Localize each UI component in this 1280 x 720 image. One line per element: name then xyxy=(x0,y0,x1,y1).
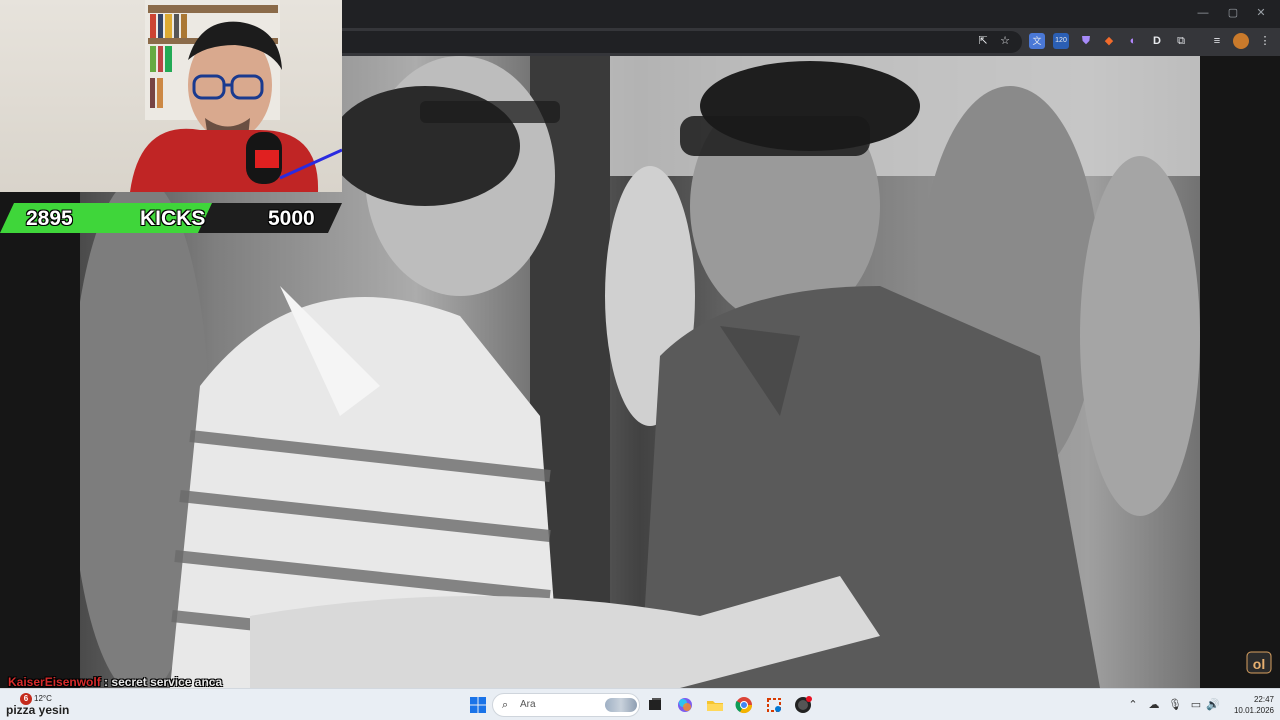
search-placeholder: Ara xyxy=(520,699,536,710)
menu-icon[interactable]: ⋮ xyxy=(1257,33,1273,49)
star-icon[interactable]: ☆ xyxy=(997,33,1013,49)
microphone-icon[interactable]: 🎙 xyxy=(1168,698,1182,712)
obs-icon[interactable] xyxy=(792,694,814,716)
weather-widget[interactable]: 6 12°C pizza yesin xyxy=(6,693,86,717)
file-explorer-icon[interactable] xyxy=(704,694,726,716)
webcam-overlay xyxy=(0,0,342,192)
address-bar[interactable] xyxy=(342,31,1022,53)
taskbar-search[interactable]: ⌕ Ara xyxy=(492,693,640,717)
minimize-icon[interactable]: — xyxy=(1192,4,1214,22)
kicks-label: KICKS xyxy=(140,207,206,230)
snipping-tool-icon[interactable] xyxy=(763,694,785,716)
copilot-icon[interactable] xyxy=(674,694,696,716)
shield-icon[interactable]: ⛊ xyxy=(1078,33,1094,49)
kicks-goal: 5000 xyxy=(268,207,315,230)
weather-description: pizza yesin xyxy=(6,703,70,717)
bookmark-icon[interactable]: ◐ xyxy=(1125,33,1141,49)
extension-badge-count: 120 xyxy=(1055,37,1067,44)
start-icon[interactable] xyxy=(467,694,489,716)
close-icon[interactable]: ✕ xyxy=(1250,4,1272,22)
translate-icon[interactable]: 文 xyxy=(1029,33,1045,49)
chat-username: KaiserEisenwolf xyxy=(8,675,101,689)
profile-icon[interactable] xyxy=(1233,33,1249,49)
weather-temperature: 12°C xyxy=(34,694,52,703)
volume-icon[interactable]: 🔊 xyxy=(1206,698,1220,712)
puzzle-icon[interactable]: ⧉ xyxy=(1173,33,1189,49)
share-icon[interactable]: ⇱ xyxy=(975,33,991,49)
extension-badge-icon[interactable]: 120 xyxy=(1053,33,1069,49)
kicks-current: 2895 xyxy=(26,207,73,230)
channel-logo-icon: ol xyxy=(1246,646,1272,674)
page-margin-right xyxy=(1200,56,1280,688)
chat-separator: : xyxy=(104,675,109,689)
kicks-goal-bar: 2895 KICKS 5000 xyxy=(0,203,342,233)
clock-time: 22:47 xyxy=(1253,695,1274,704)
system-clock[interactable]: 22:47 10.01.2026 xyxy=(1222,694,1274,716)
page-margin-left xyxy=(0,192,80,688)
windows-taskbar: 6 12°C pizza yesin ⌕ Ara ⌃ ☁ 🎙 ▭ 🔊 22:47… xyxy=(0,688,1280,720)
network-cloud-icon[interactable]: ☁ xyxy=(1147,698,1161,712)
search-highlight-image xyxy=(605,698,637,712)
chrome-icon[interactable] xyxy=(733,694,755,716)
playlist-icon[interactable]: ≡ xyxy=(1209,33,1225,49)
streamer-illustration xyxy=(130,0,342,192)
chevron-up-icon[interactable]: ⌃ xyxy=(1126,698,1140,712)
display-icon[interactable]: ▭ xyxy=(1189,698,1203,712)
browser-titlebar: — ▢ ✕ xyxy=(342,0,1280,28)
search-icon: ⌕ xyxy=(502,699,509,711)
task-view-icon[interactable] xyxy=(644,694,666,716)
clock-date: 10.01.2026 xyxy=(1233,706,1274,715)
maximize-icon[interactable]: ▢ xyxy=(1222,4,1244,22)
screen: — ▢ ✕ ⇱ ☆ 文 120 ⛊ ◆ ◐ D ⧉ ≡ ⋮ 2895 KICKS… xyxy=(0,0,1280,720)
svg-text:ol: ol xyxy=(1253,656,1265,672)
fox-icon[interactable]: ◆ xyxy=(1101,33,1117,49)
chat-text: secret service anca xyxy=(111,675,223,689)
d-icon[interactable]: D xyxy=(1149,33,1165,49)
